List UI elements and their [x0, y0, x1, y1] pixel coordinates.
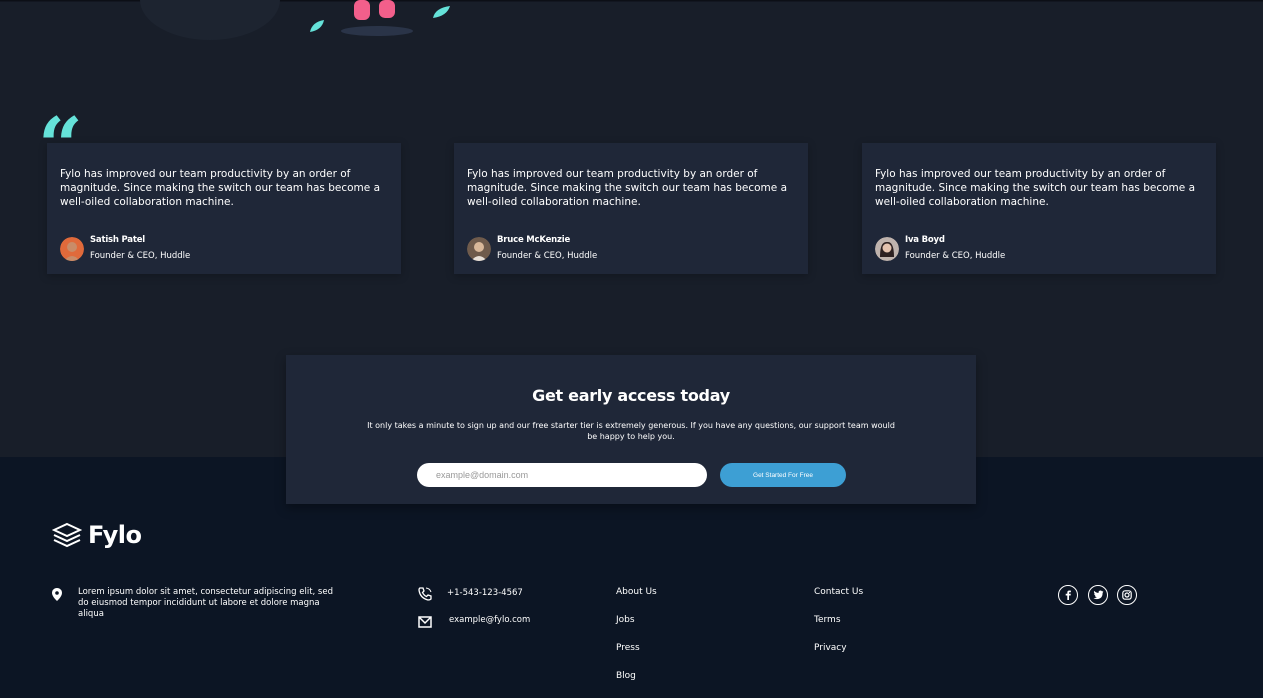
facebook-icon[interactable]	[1058, 585, 1078, 605]
testimonial-text: Fylo has improved our team productivity …	[60, 168, 381, 208]
author-role: Founder & CEO, Huddle	[90, 251, 191, 261]
testimonial-text: Fylo has improved our team productivity …	[467, 168, 788, 208]
footer-logo[interactable]: Fylo	[52, 521, 142, 549]
footer-email[interactable]: example@fylo.com	[449, 615, 530, 626]
testimonial-text: Fylo has improved our team productivity …	[875, 168, 1196, 208]
footer-link-contact-us[interactable]: Contact Us	[814, 587, 863, 597]
author-name: Bruce McKenzie	[497, 235, 571, 245]
illustration-bottom	[0, 0, 1263, 40]
get-started-button[interactable]: Get Started For Free	[720, 463, 846, 487]
footer-link-privacy[interactable]: Privacy	[814, 643, 847, 653]
twitter-icon[interactable]	[1088, 585, 1108, 605]
instagram-icon[interactable]	[1117, 585, 1137, 605]
footer-address: Lorem ipsum dolor sit amet, consectetur …	[78, 587, 333, 619]
author-role: Founder & CEO, Huddle	[497, 251, 598, 261]
testimonial-author: Bruce McKenzie Founder & CEO, Huddle	[467, 235, 597, 262]
testimonial-author: Satish Patel Founder & CEO, Huddle	[60, 235, 190, 262]
testimonial-card: Fylo has improved our team productivity …	[454, 143, 808, 274]
early-access-panel: Get early access today It only takes a m…	[286, 355, 976, 504]
cta-title: Get early access today	[532, 386, 730, 405]
avatar	[875, 236, 899, 261]
author-name: Iva Boyd	[905, 235, 945, 245]
location-icon	[52, 588, 62, 601]
author-name: Satish Patel	[90, 235, 145, 245]
cta-description: It only takes a minute to sign up and ou…	[367, 421, 895, 441]
footer-phone[interactable]: +1-543-123-4567	[447, 588, 523, 599]
testimonial-card: Fylo has improved our team productivity …	[862, 143, 1216, 274]
logo-icon	[52, 522, 82, 548]
footer-link-blog[interactable]: Blog	[616, 671, 636, 681]
email-icon	[418, 616, 432, 628]
testimonial-author: Iva Boyd Founder & CEO, Huddle	[875, 235, 1005, 262]
footer-link-terms[interactable]: Terms	[814, 615, 841, 625]
testimonial-card: Fylo has improved our team productivity …	[47, 143, 401, 274]
logo-text: Fylo	[88, 521, 142, 549]
email-input[interactable]	[417, 463, 707, 487]
footer-link-jobs[interactable]: Jobs	[616, 615, 635, 625]
footer-link-press[interactable]: Press	[616, 643, 640, 653]
avatar	[60, 236, 84, 261]
author-role: Founder & CEO, Huddle	[905, 251, 1006, 261]
footer-link-about-us[interactable]: About Us	[616, 587, 657, 597]
avatar	[467, 236, 491, 261]
phone-icon	[418, 587, 432, 601]
